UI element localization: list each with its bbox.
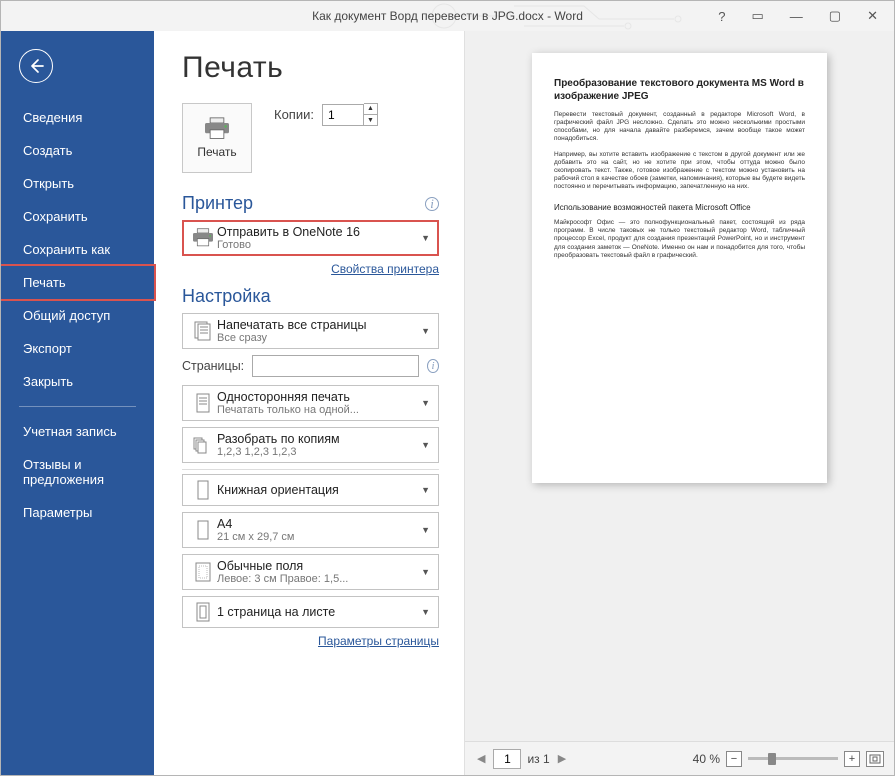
preview-footer: ◀ из 1 ▶ 40 % − +	[465, 741, 894, 775]
word-backstage-window: Как документ Ворд перевести в JPG.docx -…	[0, 0, 895, 776]
sidebar-item-saveas[interactable]: Сохранить как	[1, 233, 154, 266]
preview-subtitle: Использование возможностей пакета Micros…	[554, 203, 805, 213]
pages-label: Страницы:	[182, 359, 244, 373]
preview-page: Преобразование текстового документа MS W…	[532, 53, 827, 483]
preview-paragraph: Майкрософт Офис — это полнофункциональны…	[554, 219, 805, 260]
page-title: Печать	[182, 51, 439, 85]
preview-title: Преобразование текстового документа MS W…	[554, 78, 805, 103]
print-range-selector[interactable]: Напечатать все страницы Все сразу ▼	[182, 313, 439, 349]
sidebar-item-info[interactable]: Сведения	[1, 101, 154, 134]
preview-paragraph: Перевести текстовый документ, созданный …	[554, 111, 805, 144]
fit-page-icon	[869, 754, 881, 764]
pages-input[interactable]	[252, 355, 419, 377]
backstage-sidebar: Сведения Создать Открыть Сохранить Сохра…	[1, 31, 154, 775]
chevron-down-icon: ▼	[417, 485, 432, 495]
printer-selector[interactable]: Отправить в OneNote 16 Готово ▼	[182, 220, 439, 256]
printer-icon	[191, 228, 215, 248]
print-settings: Печать Печать Копии:	[154, 31, 464, 775]
sidebar-item-account[interactable]: Учетная запись	[1, 415, 154, 448]
printer-properties-link[interactable]: Свойства принтера	[182, 262, 439, 276]
zoom-percent: 40 %	[693, 752, 720, 766]
copies-label: Копии:	[274, 107, 314, 122]
chevron-down-icon: ▼	[417, 398, 432, 408]
sidebar-item-options[interactable]: Параметры	[1, 496, 154, 529]
main: Сведения Создать Открыть Сохранить Сохра…	[1, 31, 894, 775]
sidebar-item-open[interactable]: Открыть	[1, 167, 154, 200]
preview-paragraph: Например, вы хотите вставить изображение…	[554, 151, 805, 192]
print-button[interactable]: Печать	[182, 103, 252, 173]
sidebar-item-feedback[interactable]: Отзывы и предложения	[1, 448, 154, 496]
separator	[182, 469, 439, 470]
one-per-sheet-icon	[192, 601, 214, 623]
sidebar-separator	[19, 406, 136, 407]
zoom-slider[interactable]	[748, 757, 838, 760]
chevron-down-icon: ▼	[417, 326, 432, 336]
sidebar-item-export[interactable]: Экспорт	[1, 332, 154, 365]
page-blank-icon	[192, 519, 214, 541]
chevron-down-icon: ▼	[417, 525, 432, 535]
collate-selector[interactable]: Разобрать по копиям 1,2,3 1,2,3 1,2,3 ▼	[182, 427, 439, 463]
sidebar-item-new[interactable]: Создать	[1, 134, 154, 167]
sidebar-item-share[interactable]: Общий доступ	[1, 299, 154, 332]
orientation-selector[interactable]: Книжная ориентация ▼	[182, 474, 439, 506]
copies-input[interactable]	[322, 104, 364, 126]
zoom-in-button[interactable]: +	[844, 751, 860, 767]
prev-page-button[interactable]: ◀	[475, 752, 487, 765]
chevron-down-icon: ▼	[417, 233, 432, 243]
margins-icon	[192, 561, 214, 583]
zoom-out-button[interactable]: −	[726, 751, 742, 767]
paper-size-selector[interactable]: A4 21 см x 29,7 см ▼	[182, 512, 439, 548]
chevron-down-icon: ▼	[417, 440, 432, 450]
page-total-label: из 1	[527, 752, 549, 766]
back-button[interactable]	[19, 49, 53, 83]
portrait-icon	[192, 479, 214, 501]
chevron-down-icon: ▼	[417, 607, 432, 617]
copies-down[interactable]: ▼	[364, 115, 377, 126]
zoom-fit-button[interactable]	[866, 751, 884, 767]
chevron-down-icon: ▼	[417, 567, 432, 577]
titlebar: Как документ Ворд перевести в JPG.docx -…	[1, 1, 894, 31]
content: Печать Печать Копии:	[154, 31, 894, 775]
window-title: Как документ Ворд перевести в JPG.docx -…	[1, 9, 894, 23]
printer-status: Готово	[217, 239, 417, 251]
sidebar-item-print[interactable]: Печать	[1, 266, 154, 299]
sidebar-item-close[interactable]: Закрыть	[1, 365, 154, 398]
settings-section-title: Настройка	[182, 286, 439, 307]
collate-icon	[192, 434, 214, 456]
margins-selector[interactable]: Обычные поля Левое: 3 см Правое: 1,5... …	[182, 554, 439, 590]
next-page-button[interactable]: ▶	[556, 752, 568, 765]
info-icon[interactable]: i	[425, 197, 439, 211]
preview-canvas: Преобразование текстового документа MS W…	[465, 31, 894, 741]
arrow-left-icon	[28, 58, 44, 74]
print-preview: Преобразование текстового документа MS W…	[464, 31, 894, 775]
copies-up[interactable]: ▲	[364, 104, 377, 115]
one-sided-selector[interactable]: Односторонняя печать Печатать только на …	[182, 385, 439, 421]
print-button-label: Печать	[197, 145, 236, 159]
pages-icon	[192, 320, 214, 342]
copies-row: Копии: ▲ ▼	[274, 103, 378, 126]
printer-section-title: Принтер i	[182, 193, 439, 214]
printer-icon	[202, 117, 232, 141]
page-single-icon	[192, 392, 214, 414]
sidebar-item-save[interactable]: Сохранить	[1, 200, 154, 233]
slider-thumb[interactable]	[768, 753, 776, 765]
page-setup-link[interactable]: Параметры страницы	[182, 634, 439, 648]
printer-name: Отправить в OneNote 16	[217, 225, 417, 239]
pages-per-sheet-selector[interactable]: 1 страница на листе ▼	[182, 596, 439, 628]
page-number-input[interactable]	[493, 749, 521, 769]
info-icon[interactable]: i	[427, 359, 439, 373]
